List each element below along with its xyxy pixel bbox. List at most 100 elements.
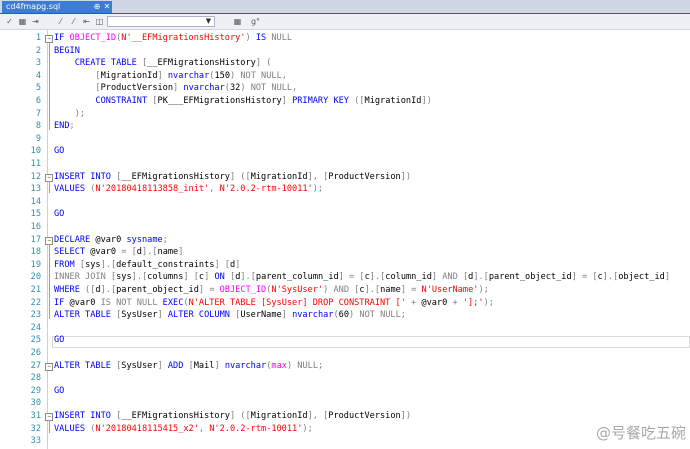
code-text: GO: [54, 208, 64, 221]
code-line[interactable]: 9: [0, 133, 690, 146]
code-line[interactable]: 33: [0, 435, 690, 448]
code-line[interactable]: 20 INNER JOIN [sys].[columns] [c] ON [d].…: [0, 271, 690, 284]
code-token: ].[: [100, 285, 117, 295]
code-line[interactable]: 21 WHERE ([d].[parent_object_id] = OBJECT…: [0, 284, 690, 297]
code-line[interactable]: 13 VALUES (N'20180418113858_init', N'2.0.…: [0, 183, 690, 196]
code-token: MigrationId: [250, 411, 308, 421]
code-line[interactable]: 29 GO: [0, 385, 690, 398]
code-token: @var0: [421, 297, 453, 308]
fold-guide: [49, 243, 50, 320]
fold-guide: [49, 420, 50, 433]
code-token: '];': [462, 297, 484, 308]
collapse-icon[interactable]: −: [45, 362, 53, 371]
code-token: ]: [235, 259, 241, 270]
line-number: 29: [30, 385, 41, 396]
code-token: ([: [85, 285, 96, 295]
code-text: IF OBJECT_ID(N'__EFMigrationsHistory') I…: [54, 32, 292, 45]
code-token: ]: [214, 360, 225, 371]
code-token: ;: [162, 234, 168, 245]
document-tab[interactable]: cd4fmapg.sql ⊕ ✕: [2, 1, 112, 13]
code-token: );: [74, 108, 86, 119]
line-number: 24: [30, 322, 41, 333]
code-line[interactable]: 31− INSERT INTO [__EFMigrationsHistory] (…: [0, 410, 690, 423]
code-token: ]: [157, 310, 168, 321]
code-text: INSERT INTO [__EFMigrationsHistory] ([Mi…: [54, 171, 411, 184]
pin-icon[interactable]: ⊕: [92, 1, 102, 13]
sql-editor[interactable]: 1 − IF OBJECT_ID(N'__EFMigrationsHistory')…: [0, 30, 690, 449]
code-token: nvarchar: [224, 360, 267, 371]
indent-icon[interactable]: ⇥: [30, 16, 41, 27]
line-number: 12: [30, 171, 41, 182]
line-number: 14: [30, 196, 41, 207]
code-token: sys: [116, 272, 132, 283]
code-line[interactable]: 25 GO: [0, 334, 690, 347]
line-number: 3: [35, 58, 41, 69]
code-line[interactable]: 22 IF @var0 IS NOT NULL EXEC(N'ALTER TABL…: [0, 297, 690, 310]
code-line[interactable]: 27− ALTER TABLE [SysUser] ADD [Mail] nvar…: [0, 360, 690, 373]
code-token: ON: [214, 272, 230, 283]
code-text: ALTER TABLE [SysUser] ADD [Mail] nvarcha…: [54, 360, 323, 373]
code-line[interactable]: 28: [0, 372, 690, 385]
code-line[interactable]: 14: [0, 196, 690, 209]
code-line[interactable]: 10 GO: [0, 145, 690, 158]
database-combo[interactable]: ▼: [107, 16, 215, 27]
code-line[interactable]: 15 GO: [0, 208, 690, 221]
code-line[interactable]: 6 CONSTRAINT [PK___EFMigrationsHistory] …: [0, 95, 690, 108]
line-number: 6: [35, 96, 41, 106]
code-token: BEGIN: [54, 45, 80, 56]
code-token: sys: [85, 259, 101, 270]
code-token: ALTER TABLE: [54, 360, 117, 371]
code-line[interactable]: 19 FROM [sys].[default_constraints] [d]: [0, 259, 690, 272]
close-icon[interactable]: ✕: [102, 1, 112, 13]
code-line[interactable]: 17− DECLARE @var0 sysname;: [0, 234, 690, 247]
code-token: ], [: [307, 411, 329, 421]
chevron-down-icon[interactable]: ▼: [204, 17, 213, 26]
grid-results-icon[interactable]: ▦: [17, 16, 28, 27]
code-line[interactable]: 1− IF OBJECT_ID(N'__EFMigrationsHistory')…: [0, 32, 690, 45]
code-token: ): [286, 360, 298, 371]
code-line[interactable]: 30: [0, 397, 690, 410]
code-token: ,: [281, 70, 287, 81]
code-token: name: [157, 247, 179, 258]
table-icon[interactable]: ▦: [232, 16, 243, 27]
outdent-icon[interactable]: ⇤: [81, 16, 92, 27]
code-line[interactable]: 24: [0, 322, 690, 335]
code-line[interactable]: 23 ALTER TABLE [SysUser] ALTER COLUMN [Us…: [0, 309, 690, 322]
code-token: __EFMigrationsHistory: [147, 58, 256, 69]
code-token: ].[: [369, 272, 386, 283]
code-line[interactable]: 18 SELECT @var0 = [d].[name]: [0, 246, 690, 259]
line-number: 4: [35, 70, 41, 81]
uncomment-icon[interactable]: ⁄: [68, 16, 79, 27]
code-line[interactable]: 8 END;: [0, 120, 690, 133]
code-token: +: [405, 297, 422, 308]
code-line[interactable]: 5 [ProductVersion] nvarchar(32) NOT NULL…: [0, 82, 690, 95]
code-token: nvarchar: [167, 70, 210, 81]
line-number: 18: [30, 247, 41, 258]
code-token: ): [349, 310, 360, 321]
code-token: ]): [400, 171, 412, 182]
code-token: parent_column_id: [255, 272, 339, 283]
code-token: MigrationId: [250, 171, 308, 182]
toggle-icon[interactable]: ◫: [94, 16, 105, 27]
checkmark-icon[interactable]: ✓: [4, 16, 15, 27]
code-text: FROM [sys].[default_constraints] [d]: [54, 259, 240, 272]
line-number: 9: [35, 133, 41, 144]
comment-icon[interactable]: ⁄: [55, 16, 66, 27]
code-token: ProductVersion: [328, 171, 401, 182]
code-token: ]: [431, 272, 443, 283]
line-number: 1: [35, 33, 41, 43]
code-line[interactable]: 11: [0, 158, 690, 171]
code-line[interactable]: 4 [MigrationId] nvarchar(150) NOT NULL,: [0, 70, 690, 83]
code-line[interactable]: 32 VALUES (N'20180418115415_x2', N'2.0.2-…: [0, 423, 690, 436]
code-line[interactable]: 3 CREATE TABLE [__EFMigrationsHistory] (: [0, 57, 690, 70]
code-token: IF: [54, 33, 70, 43]
code-line[interactable]: 26: [0, 347, 690, 360]
code-line[interactable]: 7 );: [0, 108, 690, 121]
code-line[interactable]: 16: [0, 221, 690, 234]
code-token: AND: [442, 272, 463, 283]
format-icon[interactable]: g°: [250, 16, 261, 27]
code-token: Mail: [193, 360, 215, 371]
code-line[interactable]: 2 BEGIN: [0, 45, 690, 58]
code-line[interactable]: 12− INSERT INTO [__EFMigrationsHistory] (…: [0, 171, 690, 184]
